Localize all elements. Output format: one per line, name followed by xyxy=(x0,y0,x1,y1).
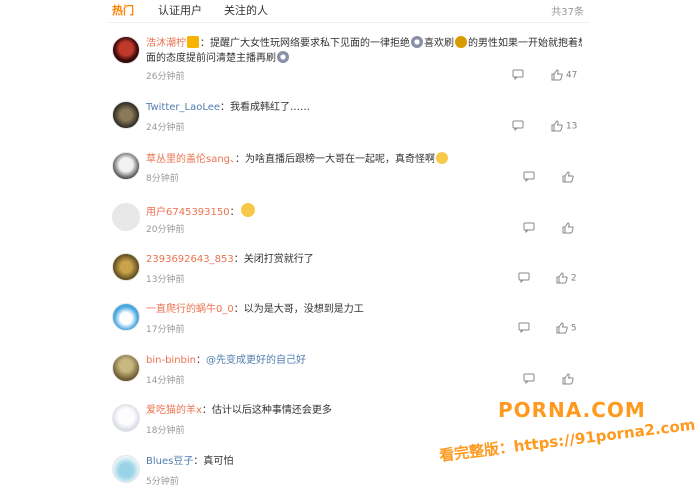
comment-content: 浩沐潮柠 ：提醒广大女性玩网络要求私下见面的一律拒绝 喜欢刷 的男性如果一开始就抱着想… xyxy=(146,36,582,51)
reply-icon[interactable] xyxy=(512,120,524,131)
avatar[interactable] xyxy=(112,404,140,432)
reply-icon[interactable] xyxy=(518,272,530,283)
comment-text: ：以为是大哥，没想到是力工 xyxy=(233,304,364,315)
reply-icon[interactable] xyxy=(512,69,524,80)
comment-content: 一直爬行的蜗牛0_0：以为是大哥，没想到是力工 xyxy=(146,303,582,317)
comment-username[interactable]: 爱吃猫的羊x xyxy=(146,405,202,416)
grin-emoji-icon xyxy=(240,203,255,217)
like-button[interactable]: 47 xyxy=(551,69,577,81)
comment-text: 喜欢刷 xyxy=(424,38,454,49)
avatar[interactable] xyxy=(112,152,140,180)
comment-time: 18分钟前 xyxy=(146,426,185,436)
comment-time: 13分钟前 xyxy=(146,275,185,285)
comment-time: 14分钟前 xyxy=(146,376,185,386)
reply-icon[interactable] xyxy=(518,322,530,333)
like-count: 47 xyxy=(565,70,578,81)
tab-verified-users[interactable]: 认证用户 xyxy=(158,2,202,18)
comment-tabs: 热门 认证用户 关注的人 共37条 xyxy=(108,0,590,23)
comment-username[interactable]: bin-binbin xyxy=(146,355,196,366)
like-count: 5 xyxy=(570,323,577,334)
like-button[interactable] xyxy=(562,222,574,234)
comment-time: 8分钟前 xyxy=(146,174,179,184)
comment-content-cont: 面的态度提前问清楚主播再刷 xyxy=(146,51,582,66)
comment-time: 26分钟前 xyxy=(146,72,185,82)
comment-username[interactable]: Twitter_LaoLee xyxy=(146,102,220,113)
tab-following[interactable]: 关注的人 xyxy=(224,2,268,18)
comment-total-count: 共37条 xyxy=(551,7,584,18)
comment-content: 2393692643_853：关闭打赏就行了 xyxy=(146,253,582,267)
avatar[interactable] xyxy=(112,303,140,331)
like-count: 13 xyxy=(565,121,578,132)
comment-text: ：关闭打赏就行了 xyxy=(233,254,314,265)
comment-username[interactable]: 浩沐潮柠 xyxy=(146,38,186,49)
comment-text: ：估计以后这种事情还会更多 xyxy=(201,405,332,416)
comment-username[interactable]: 一直爬行的蜗牛0_0 xyxy=(146,304,234,315)
comment-time: 24分钟前 xyxy=(146,123,185,133)
crying-emoji-icon xyxy=(436,152,449,164)
comment-text: ：为啥直播后跟榜一大哥在一起呢，真奇怪啊 xyxy=(235,154,436,165)
comment-text: ：真可怕 xyxy=(193,456,234,467)
reply-icon[interactable] xyxy=(523,373,535,384)
comment-content: 用户6745393150： xyxy=(146,203,582,220)
comment-text: 的男性如果一开始就抱着想见 xyxy=(468,38,582,49)
comment-text: ： xyxy=(196,355,206,366)
like-button[interactable]: 5 xyxy=(556,322,577,334)
mention-link[interactable]: @先变成更好的自己好 xyxy=(206,355,306,366)
avatar[interactable] xyxy=(112,253,140,281)
avatar[interactable] xyxy=(112,36,140,64)
avatar[interactable] xyxy=(112,455,140,483)
comment-panel: 热门 认证用户 关注的人 共37条 浩沐潮柠 ：提醒广大女性玩网络要求私下见面的一… xyxy=(108,0,590,500)
comment-text: ：我看成韩红了…… xyxy=(220,102,311,113)
comment-content: Twitter_LaoLee：我看成韩红了…… xyxy=(146,101,582,115)
reply-icon[interactable] xyxy=(523,222,535,233)
tab-hot[interactable]: 热门 xyxy=(112,2,134,18)
comment-text: ： xyxy=(229,207,240,218)
money-bag-icon xyxy=(455,36,467,48)
comment-username[interactable]: 草丛里的盖伦sang、 xyxy=(146,154,235,165)
reply-icon[interactable] xyxy=(523,171,535,182)
comment-text: 面的态度提前问清楚主播再刷 xyxy=(146,53,276,64)
comment-content: bin-binbin：@先变成更好的自己好 xyxy=(146,354,582,368)
comment-time: 20分钟前 xyxy=(146,225,185,235)
crown-icon xyxy=(187,36,199,48)
like-button[interactable] xyxy=(562,171,574,183)
watermark-logo: PORNA.COM xyxy=(498,398,646,422)
comment-content: Blues豆子：真可怕 xyxy=(146,455,582,469)
like-button[interactable] xyxy=(562,373,574,385)
comment-content: 草丛里的盖伦sang、：为啥直播后跟榜一大哥在一起呢，真奇怪啊 xyxy=(146,152,582,167)
comment-username[interactable]: 用户6745393150 xyxy=(146,207,230,218)
avatar[interactable] xyxy=(112,203,140,231)
like-button[interactable]: 13 xyxy=(551,120,577,132)
avatar[interactable] xyxy=(112,354,140,382)
avatar[interactable] xyxy=(112,101,140,129)
like-button[interactable]: 2 xyxy=(556,272,577,284)
comment-time: 17分钟前 xyxy=(146,325,185,335)
emoji-icon xyxy=(411,36,423,48)
comment-text: ：提醒广大女性玩网络要求私下见面的一律拒绝 xyxy=(200,38,410,49)
like-count: 2 xyxy=(570,273,577,284)
comment-time: 5分钟前 xyxy=(146,477,179,487)
comment-username[interactable]: Blues豆子 xyxy=(146,456,193,467)
comment-username[interactable]: 2393692643_853 xyxy=(146,254,234,265)
emoji-icon xyxy=(277,51,289,63)
